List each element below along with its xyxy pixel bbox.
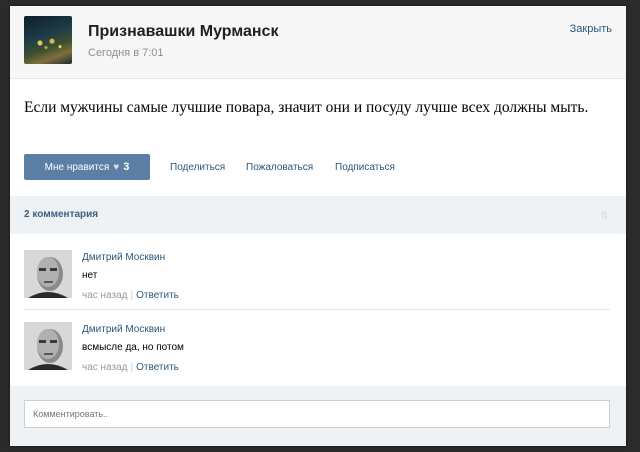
reply-link[interactable]: Ответить <box>136 290 179 301</box>
post-time[interactable]: Сегодня в 7:01 <box>88 47 164 59</box>
group-name[interactable]: Признавашки Мурманск <box>88 23 278 41</box>
comment-time[interactable]: час назад <box>82 290 128 301</box>
subscribe-link[interactable]: Подписаться <box>335 162 395 173</box>
close-link[interactable]: Закрыть <box>570 23 612 35</box>
avatar[interactable] <box>24 250 72 298</box>
like-count: 3 <box>123 161 130 173</box>
separator: | <box>130 290 134 301</box>
post-card: Признавашки Мурманск Сегодня в 7:01 Закр… <box>10 6 626 446</box>
group-avatar[interactable] <box>24 16 72 64</box>
comment-item: Дмитрий Москвин всмысле да, но потом час… <box>24 309 610 373</box>
heart-icon: ♥ <box>113 161 120 173</box>
separator: | <box>130 362 134 373</box>
comment-text: нет <box>82 270 98 281</box>
post-text: Если мужчины самые лучшие повара, значит… <box>24 99 589 116</box>
comment-meta: час назад | Ответить <box>82 362 179 373</box>
comment-time[interactable]: час назад <box>82 362 128 373</box>
comment-meta: час назад | Ответить <box>82 290 179 301</box>
report-link[interactable]: Пожаловаться <box>246 162 313 173</box>
comment-author[interactable]: Дмитрий Москвин <box>82 252 165 263</box>
comments-count[interactable]: 2 комментария <box>24 209 98 220</box>
avatar[interactable] <box>24 322 72 370</box>
avatar-photo <box>24 250 72 298</box>
reply-link[interactable]: Ответить <box>136 362 179 373</box>
comment-text: всмысле да, но потом <box>82 342 184 353</box>
avatar-photo <box>24 322 72 370</box>
comment-author[interactable]: Дмитрий Москвин <box>82 324 165 335</box>
comment-form <box>10 386 626 446</box>
comment-input[interactable] <box>24 400 610 428</box>
comments-bar: 2 комментария ↑↓ <box>10 196 626 234</box>
post-header: Признавашки Мурманск Сегодня в 7:01 Закр… <box>10 6 626 79</box>
like-label: Мне нравится <box>44 161 110 173</box>
sort-arrows-icon[interactable]: ↑↓ <box>600 207 609 221</box>
like-button[interactable]: Мне нравится ♥ 3 <box>24 154 150 180</box>
share-link[interactable]: Поделиться <box>170 162 225 173</box>
comment-item: Дмитрий Москвин нет час назад | Ответить <box>24 250 610 310</box>
